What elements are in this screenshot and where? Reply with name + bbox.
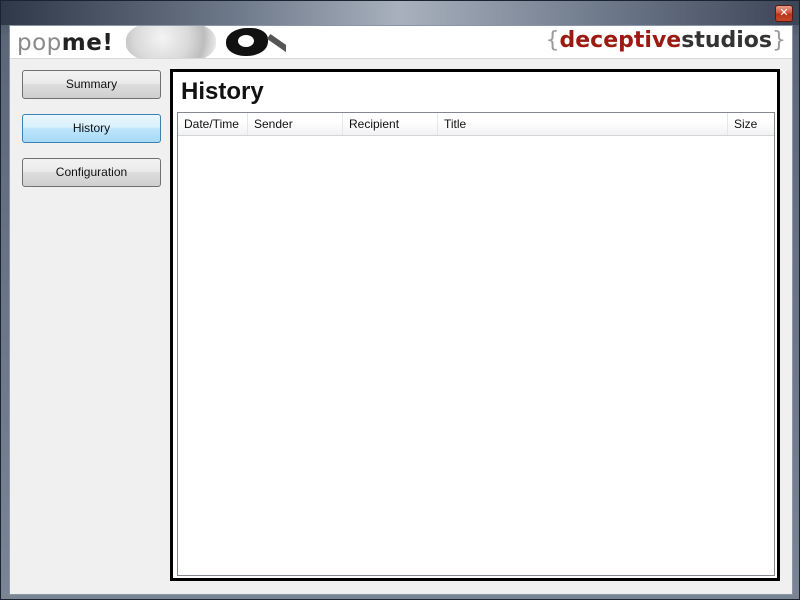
close-icon[interactable]: ✕ bbox=[775, 5, 793, 22]
logo-brace-open: { bbox=[545, 28, 560, 53]
client-area: popme! {deceptivestudios} Summary Histor… bbox=[9, 25, 793, 595]
history-list[interactable]: Date/Time Sender Recipient Title Size bbox=[177, 112, 775, 576]
app-window: ✕ popme! {deceptivestudios} Summary Hist… bbox=[0, 0, 800, 600]
banner-blob-graphic bbox=[226, 28, 268, 56]
column-header-size[interactable]: Size bbox=[728, 113, 774, 135]
history-button[interactable]: History bbox=[22, 114, 161, 143]
logo-deceptive-text: deceptive bbox=[559, 28, 682, 53]
summary-button[interactable]: Summary bbox=[22, 70, 161, 99]
banner-cloud-graphic bbox=[126, 26, 216, 58]
column-header-recipient[interactable]: Recipient bbox=[343, 113, 438, 135]
configuration-button[interactable]: Configuration bbox=[22, 158, 161, 187]
logo-pop-text: pop bbox=[17, 30, 62, 56]
page-title: History bbox=[181, 78, 264, 105]
list-header: Date/Time Sender Recipient Title Size bbox=[178, 113, 774, 136]
logo-me-text: me! bbox=[61, 30, 114, 56]
title-bar[interactable]: ✕ bbox=[1, 1, 799, 25]
column-header-title[interactable]: Title bbox=[438, 113, 728, 135]
header-banner: popme! {deceptivestudios} bbox=[10, 26, 792, 59]
deceptive-studios-logo: {deceptivestudios} bbox=[546, 28, 786, 53]
column-header-datetime[interactable]: Date/Time bbox=[178, 113, 248, 135]
history-panel: History Date/Time Sender Recipient Title… bbox=[170, 69, 780, 581]
popme-logo: popme! bbox=[17, 30, 113, 56]
logo-brace-close: } bbox=[772, 28, 786, 53]
logo-studios-text: studios bbox=[681, 28, 772, 53]
banner-stripe-graphic bbox=[266, 33, 286, 57]
banner-artwork bbox=[126, 26, 286, 58]
column-header-sender[interactable]: Sender bbox=[248, 113, 343, 135]
